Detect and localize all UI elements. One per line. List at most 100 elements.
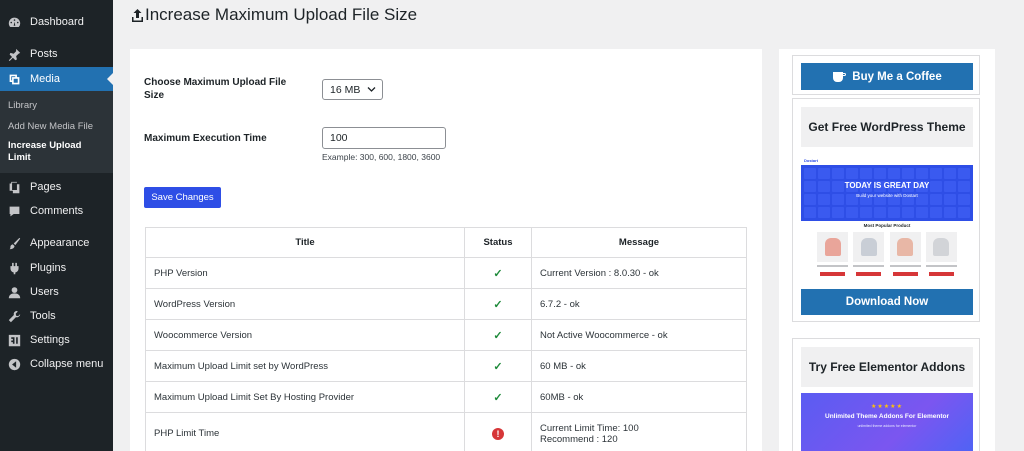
- menu-label: Appearance: [30, 237, 90, 249]
- buy-coffee-label: Buy Me a Coffee: [852, 70, 942, 83]
- row-title: Maximum Upload Limit Set By Hosting Prov…: [145, 381, 465, 413]
- user-icon: [6, 284, 22, 300]
- menu-item-comments[interactable]: Comments: [0, 199, 113, 223]
- menu-label: Collapse menu: [30, 358, 104, 370]
- preview-products: [817, 232, 957, 278]
- row-status: !: [464, 412, 532, 451]
- menu-item-media[interactable]: Media: [0, 67, 113, 91]
- theme-preview-image[interactable]: Dostart TODAY IS GREAT DAY Build your we…: [801, 153, 973, 281]
- preview-banner-title: TODAY IS GREAT DAY: [844, 181, 930, 190]
- check-icon: ✓: [493, 329, 503, 342]
- row-message: Not Active Woocommerce - ok: [531, 319, 747, 351]
- row-status: ✓: [464, 257, 532, 289]
- chevron-down-icon: [367, 87, 376, 92]
- addons-preview-sub: unlimited theme addons for elementor: [857, 424, 917, 428]
- status-table: Title Status Message PHP Version ✓ Curre…: [145, 227, 747, 451]
- row-message: 60MB - ok: [531, 381, 747, 413]
- row-title: PHP Limit Time: [145, 412, 465, 451]
- wrench-icon: [6, 308, 22, 324]
- star-rating-icon: ★★★★★: [871, 404, 903, 410]
- preview-product: [853, 232, 885, 278]
- row-status: ✓: [464, 381, 532, 413]
- row-title: WordPress Version: [145, 288, 465, 320]
- menu-label: Pages: [30, 181, 62, 193]
- preview-section-title: Most Popular Product: [863, 223, 911, 228]
- menu-item-settings[interactable]: Settings: [0, 328, 113, 352]
- table-row: Maximum Upload Limit set by WordPress ✓ …: [145, 350, 747, 382]
- buy-coffee-button[interactable]: Buy Me a Coffee: [801, 63, 973, 90]
- check-icon: ✓: [493, 267, 503, 280]
- row-status: ✓: [464, 350, 532, 382]
- settings-icon: [6, 332, 22, 348]
- collapse-icon: [6, 356, 22, 372]
- settings-card: Choose Maximum Upload File Size 16 MB Ma…: [130, 49, 762, 451]
- table-row: WordPress Version ✓ 6.7.2 - ok: [145, 288, 747, 320]
- upload-size-select[interactable]: 16 MB: [322, 79, 383, 100]
- check-icon: ✓: [493, 391, 503, 404]
- menu-label: Posts: [30, 48, 58, 60]
- preview-product: [889, 232, 921, 278]
- coffee-cup-icon: [833, 71, 847, 82]
- upload-size-value: 16 MB: [330, 83, 361, 96]
- menu-label: Plugins: [30, 262, 67, 274]
- row-title: Woocommerce Version: [145, 319, 465, 351]
- menu-label: Dashboard: [30, 16, 84, 28]
- preview-banner: TODAY IS GREAT DAY Build your website wi…: [801, 165, 973, 221]
- column-title: Title: [145, 227, 465, 258]
- menu-item-collapse[interactable]: Collapse menu: [0, 352, 113, 376]
- coffee-promo: Buy Me a Coffee: [792, 55, 980, 95]
- menu-item-posts[interactable]: Posts: [0, 42, 113, 66]
- upload-size-label: Choose Maximum Upload File Size: [144, 77, 287, 101]
- preview-banner-sub: Build your website with Dostart: [856, 193, 918, 198]
- brush-icon: [6, 235, 22, 251]
- media-submenu: Library Add New Media File Increase Uplo…: [0, 91, 113, 173]
- preview-nav: Dostart: [801, 155, 973, 165]
- menu-item-appearance[interactable]: Appearance: [0, 231, 113, 255]
- error-icon: !: [492, 427, 504, 440]
- menu-item-users[interactable]: Users: [0, 280, 113, 304]
- theme-promo: Get Free WordPress Theme Dostart TODAY I…: [792, 98, 980, 322]
- promo-sidebar: Buy Me a Coffee Get Free WordPress Theme…: [779, 49, 995, 451]
- preview-product: [817, 232, 848, 278]
- check-icon: ✓: [493, 298, 503, 311]
- save-changes-button[interactable]: Save Changes: [144, 187, 221, 208]
- menu-item-dashboard[interactable]: Dashboard: [0, 10, 113, 34]
- row-title: PHP Version: [145, 257, 465, 289]
- menu-label: Comments: [30, 205, 84, 217]
- pages-icon: [6, 179, 22, 195]
- row-message-line: Current Limit Time: 100: [540, 422, 639, 434]
- page-title: Increase Maximum Upload File Size: [131, 5, 417, 25]
- table-row: PHP Version ✓ Current Version : 8.0.30 -…: [145, 257, 747, 289]
- table-row: Maximum Upload Limit Set By Hosting Prov…: [145, 381, 747, 413]
- menu-item-tools[interactable]: Tools: [0, 304, 113, 328]
- menu-item-pages[interactable]: Pages: [0, 175, 113, 199]
- addons-promo: Try Free Elementor Addons ★★★★★ Unlimite…: [792, 338, 980, 451]
- pin-icon: [6, 46, 22, 62]
- menu-label: Settings: [30, 334, 70, 346]
- row-status: ✓: [464, 288, 532, 320]
- row-message: 6.7.2 - ok: [531, 288, 747, 320]
- row-title: Maximum Upload Limit set by WordPress: [145, 350, 465, 382]
- exec-time-input[interactable]: [322, 127, 446, 149]
- preview-product: [925, 232, 957, 278]
- page-title-text: Increase Maximum Upload File Size: [145, 5, 418, 24]
- addons-promo-heading: Try Free Elementor Addons: [801, 347, 973, 387]
- active-indicator: [107, 73, 113, 85]
- dashboard-icon: [6, 14, 22, 30]
- menu-item-plugins[interactable]: Plugins: [0, 256, 113, 280]
- download-now-button[interactable]: Download Now: [801, 289, 973, 315]
- addons-preview-title: Unlimited Theme Addons For Elementor: [825, 413, 949, 420]
- addons-preview-image[interactable]: ★★★★★ Unlimited Theme Addons For Element…: [801, 393, 973, 451]
- menu-label: Media: [30, 73, 60, 85]
- submenu-item-add-new-media[interactable]: Add New Media File: [8, 121, 93, 133]
- row-message: Current Version : 8.0.30 - ok: [531, 257, 747, 289]
- table-row: PHP Limit Time ! Current Limit Time: 100…: [145, 412, 747, 451]
- submenu-item-library[interactable]: Library: [8, 100, 37, 112]
- column-message: Message: [531, 227, 747, 258]
- media-icon: [6, 71, 22, 87]
- submenu-item-increase-upload-limit[interactable]: Increase Upload Limit: [8, 140, 100, 164]
- check-icon: ✓: [493, 360, 503, 373]
- upload-icon: [132, 8, 143, 22]
- table-row: Woocommerce Version ✓ Not Active Woocomm…: [145, 319, 747, 351]
- exec-time-label: Maximum Execution Time: [144, 133, 267, 144]
